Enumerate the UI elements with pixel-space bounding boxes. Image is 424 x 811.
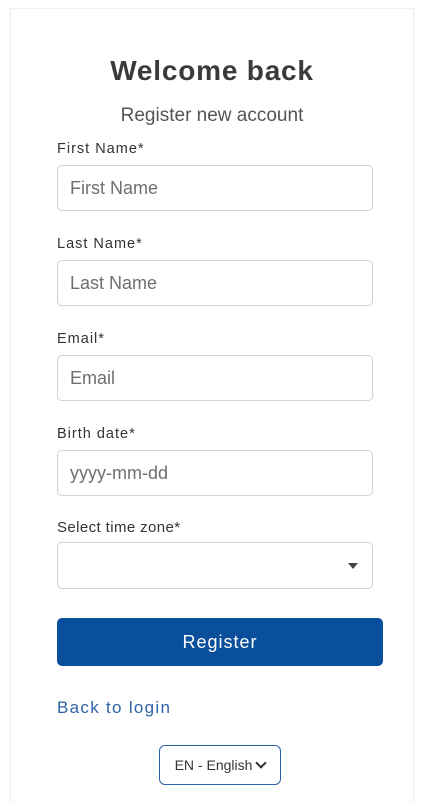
last-name-label: Last Name* — [57, 236, 143, 252]
language-value: EN - English — [174, 757, 253, 773]
register-card: Welcome back Register new account First … — [10, 8, 414, 803]
birth-date-label: Birth date* — [57, 426, 136, 442]
last-name-field[interactable] — [57, 260, 373, 306]
back-to-login-link[interactable]: Back to login — [57, 698, 171, 718]
language-select[interactable]: EN - English — [159, 745, 281, 785]
register-button[interactable]: Register — [57, 618, 383, 666]
email-label: Email* — [57, 331, 105, 347]
time-zone-select[interactable] — [57, 542, 373, 589]
page-subtitle: Register new account — [120, 105, 304, 126]
time-zone-label: Select time zone* — [57, 519, 181, 536]
first-name-field[interactable] — [57, 165, 373, 211]
chevron-down-icon — [255, 757, 268, 769]
first-name-label: First Name* — [57, 141, 145, 157]
page-title: Welcome back — [110, 55, 314, 86]
birth-date-field[interactable] — [57, 450, 373, 496]
caret-down-icon — [348, 563, 358, 569]
email-field[interactable] — [57, 355, 373, 401]
